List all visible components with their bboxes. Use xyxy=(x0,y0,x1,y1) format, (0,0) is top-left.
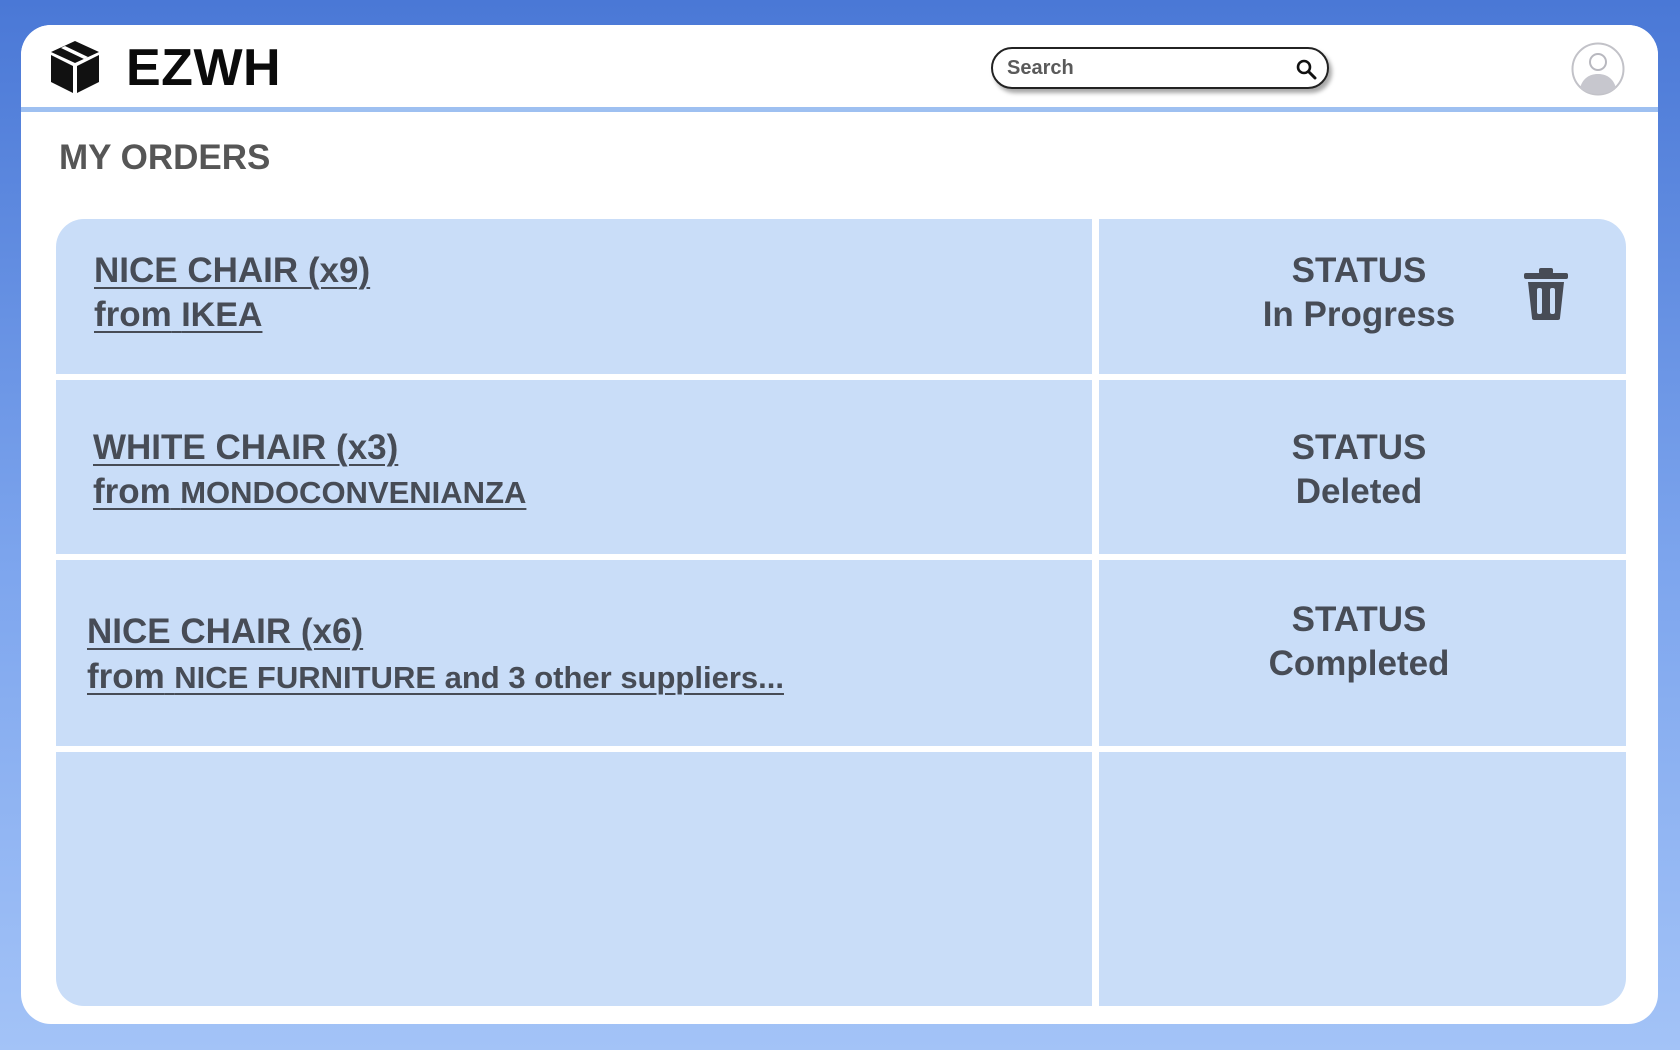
order-title-link[interactable]: NICE CHAIR (x9) xyxy=(94,249,370,293)
search-input[interactable] xyxy=(1007,55,1287,81)
status-block: STATUS Completed xyxy=(1099,598,1619,686)
top-bar: EZWH xyxy=(21,25,1658,112)
order-row-1-status: STATUS In Progress xyxy=(1099,219,1626,374)
status-label: STATUS xyxy=(1291,600,1427,639)
page-title: MY ORDERS xyxy=(59,138,271,177)
supplier-name: MONDOCONVENIANZA xyxy=(180,475,527,510)
status-label: STATUS xyxy=(1291,428,1427,467)
order-row-3-details[interactable]: NICE CHAIR (x6) from NICE FURNITURE and … xyxy=(56,560,1092,746)
search-bar[interactable] xyxy=(991,47,1329,89)
supplier-name: NICE FURNITURE and 3 other suppliers... xyxy=(174,660,784,695)
order-row-3-status: STATUS Completed xyxy=(1099,560,1626,746)
order-supplier-link[interactable]: from IKEA xyxy=(94,293,262,337)
empty-row-status xyxy=(1099,752,1626,1006)
supplier-name: IKEA xyxy=(181,296,263,334)
app-title[interactable]: EZWH xyxy=(126,38,281,98)
order-supplier-link[interactable]: from MONDOCONVENIANZA xyxy=(93,470,526,515)
order-title-link[interactable]: WHITE CHAIR (x3) xyxy=(93,426,398,470)
order-title-link[interactable]: NICE CHAIR (x6) xyxy=(87,610,363,654)
orders-table: NICE CHAIR (x9) from IKEA STATUS In Prog… xyxy=(56,219,1626,1006)
order-row-2-details[interactable]: WHITE CHAIR (x3) from MONDOCONVENIANZA xyxy=(56,380,1092,554)
from-label: from xyxy=(93,472,171,511)
order-supplier-link[interactable]: from NICE FURNITURE and 3 other supplier… xyxy=(87,655,784,700)
app-window: EZWH MY ORDERS NICE CHAIR (x9) from IKEA xyxy=(21,25,1658,1024)
order-row-2-status: STATUS Deleted xyxy=(1099,380,1626,554)
status-block: STATUS Deleted xyxy=(1099,426,1619,514)
from-label: from xyxy=(94,295,172,334)
empty-row-details xyxy=(56,752,1092,1006)
search-icon[interactable] xyxy=(1295,58,1317,80)
user-avatar-icon[interactable] xyxy=(1571,42,1625,96)
from-label: from xyxy=(87,657,165,696)
package-box-icon[interactable] xyxy=(47,39,103,95)
status-value: Deleted xyxy=(1295,472,1423,511)
order-row-1-details[interactable]: NICE CHAIR (x9) from IKEA xyxy=(56,219,1092,374)
delete-trash-icon[interactable] xyxy=(1522,267,1570,321)
status-value: Completed xyxy=(1268,644,1450,683)
